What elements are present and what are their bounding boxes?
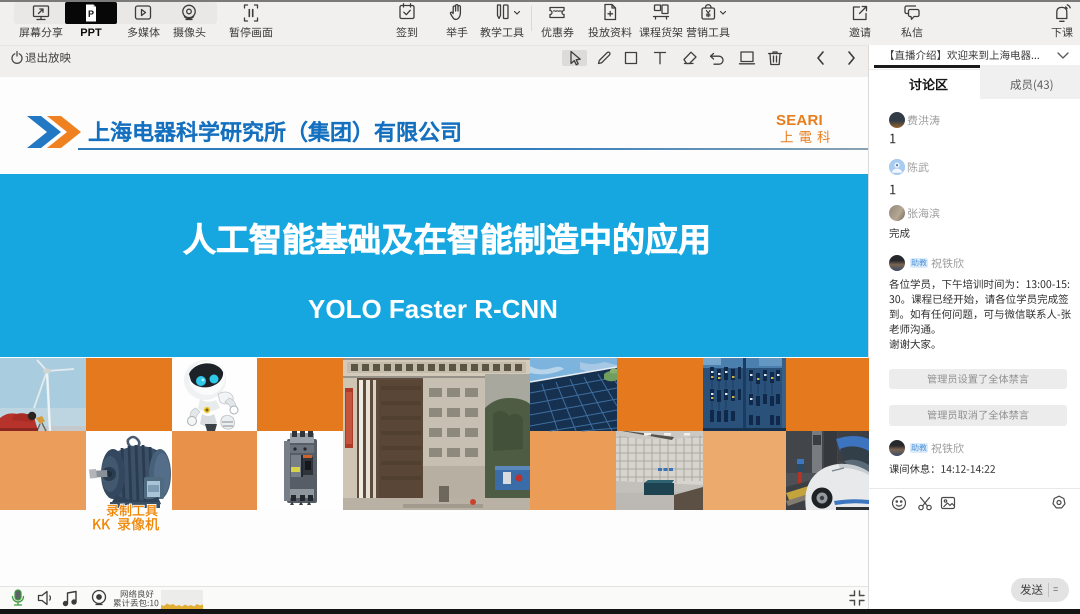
svg-text:P: P xyxy=(88,9,94,19)
